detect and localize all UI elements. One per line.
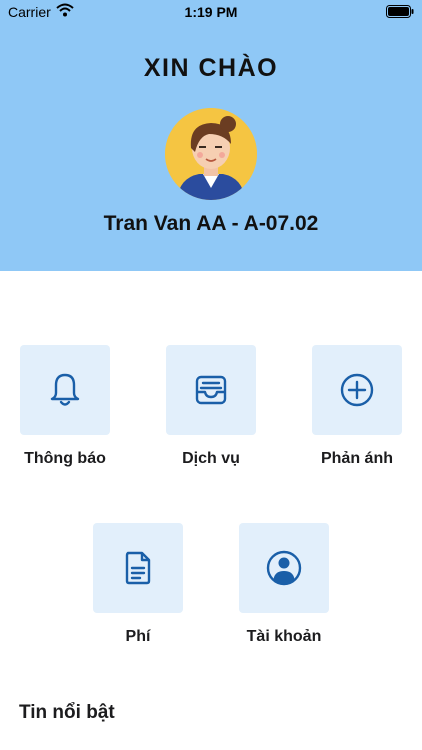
menu-tile-services[interactable] bbox=[166, 345, 256, 435]
battery-icon bbox=[386, 5, 414, 18]
highlights-section-title: Tin nổi bật bbox=[19, 702, 115, 723]
menu-tile-account[interactable] bbox=[239, 523, 329, 613]
status-time: 1:19 PM bbox=[184, 4, 238, 20]
user-circle-icon bbox=[266, 550, 302, 586]
plus-circle-icon bbox=[340, 373, 374, 407]
greeting-title: XIN CHÀO bbox=[143, 54, 279, 82]
avatar[interactable] bbox=[165, 108, 257, 200]
menu-label-account[interactable]: Tài khoản bbox=[224, 628, 344, 646]
header-banner: XIN CHÀO Tran Van AA - A-07.02 bbox=[0, 0, 422, 271]
bell-icon bbox=[50, 373, 80, 406]
status-bar: Carrier 1:19 PM bbox=[0, 0, 422, 24]
menu-tile-feedback[interactable] bbox=[312, 345, 402, 435]
menu-label-feedback[interactable]: Phản ánh bbox=[297, 450, 417, 468]
menu-label-notifications[interactable]: Thông báo bbox=[5, 450, 125, 468]
menu-label-fees[interactable]: Phí bbox=[78, 628, 198, 646]
document-icon bbox=[125, 551, 151, 585]
menu-label-services[interactable]: Dịch vụ bbox=[151, 450, 271, 468]
avatar-illustration bbox=[165, 108, 257, 200]
user-name-apartment: Tran Van AA - A-07.02 bbox=[103, 212, 319, 235]
inbox-icon bbox=[195, 375, 227, 405]
menu-tile-fees[interactable] bbox=[93, 523, 183, 613]
menu-tile-notifications[interactable] bbox=[20, 345, 110, 435]
